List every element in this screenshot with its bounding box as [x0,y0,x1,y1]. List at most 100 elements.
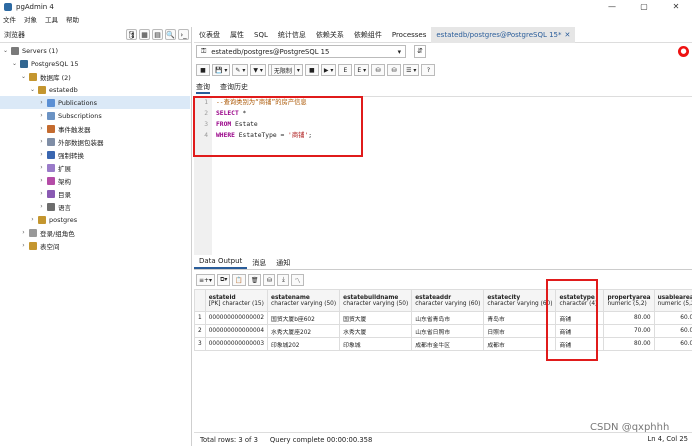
delete-icon[interactable]: 🗑 [247,274,262,286]
save-icon[interactable]: 💾 ▾ [212,64,231,76]
help-icon[interactable]: ● [678,46,689,57]
tab-data-output[interactable]: Data Output [194,255,248,269]
chevron-down-icon[interactable]: ⌄ [29,86,36,93]
table-cell[interactable]: 000000000000003 [204,337,269,351]
view-tool-icon[interactable]: ▤ [152,29,163,40]
chevron-right-icon[interactable]: › [38,125,45,132]
column-header[interactable]: estatebuildname character varying (50) [339,289,413,312]
tree-item[interactable]: › 表空间 [0,239,190,252]
tree-item[interactable]: › 外部数据包装器 [0,135,190,148]
table-cell[interactable]: 60.00 [653,337,692,351]
tab-sql[interactable]: SQL [249,27,273,43]
tree-item[interactable]: › 登录/组角色 [0,226,190,239]
table-tool-icon[interactable]: ▦ [139,29,150,40]
table-cell[interactable]: 80.00 [603,337,655,351]
table-cell[interactable]: 山东省日照市 [411,324,485,338]
tab-processes[interactable]: Processes [387,27,432,43]
close-button[interactable]: ✕ [660,0,692,13]
tree-item[interactable]: › 强制转换 [0,148,190,161]
limit-select[interactable]: 无限制 ▾ [267,64,303,76]
tab-query[interactable]: 查询 [196,82,210,94]
filter-icon[interactable]: ▼ ▾ [250,64,266,76]
tree-item[interactable]: › Publications [0,96,190,109]
tree-item[interactable]: › 目录 [0,187,190,200]
table-cell[interactable]: 60.00 [653,311,692,325]
chevron-down-icon[interactable]: ⌄ [20,73,27,80]
table-cell[interactable]: 60.00 [653,324,692,338]
tree-item[interactable]: › postgres [0,213,190,226]
tab-dashboard[interactable]: 仪表盘 [194,27,225,43]
edit-icon[interactable]: ✎ ▾ [232,64,249,76]
table-cell[interactable]: 000000000000002 [204,311,269,325]
table-cell[interactable]: 国贸大厦b座602 [267,311,341,325]
tree-item[interactable]: › Subscriptions [0,109,190,122]
tree-item[interactable]: › 事件触发器 [0,122,190,135]
terminal-icon[interactable]: ›_ [178,29,189,40]
chevron-right-icon[interactable]: › [20,242,27,249]
close-tab-icon[interactable]: ✕ [565,27,571,43]
tree-item[interactable]: › 架构 [0,174,190,187]
tree-item[interactable]: › 语言 [0,200,190,213]
tab-properties[interactable]: 属性 [225,27,249,43]
table-cell[interactable]: 水秀大厦座202 [267,324,341,338]
chevron-right-icon[interactable]: › [38,164,45,171]
chevron-down-icon[interactable]: ⌄ [2,47,9,54]
tab-statistics[interactable]: 统计信息 [273,27,311,43]
column-header[interactable]: estatename character varying (50) [267,289,341,312]
table-row[interactable]: 3 000000000000003 印象城202 印象城 成都市金牛区 成都市 商铺 80.0… [194,337,692,351]
minimize-button[interactable]: — [596,0,628,13]
table-cell[interactable]: 成都市金牛区 [411,337,485,351]
chevron-right-icon[interactable]: › [38,138,45,145]
table-cell[interactable]: 山东省青岛市 [411,311,485,325]
chevron-right-icon[interactable]: › [20,229,27,236]
chevron-right-icon[interactable]: › [38,151,45,158]
tab-query-history[interactable]: 查询历史 [220,82,248,94]
commit-icon[interactable]: ⛁ [371,64,386,76]
explain-icon[interactable]: E [338,64,353,76]
tab-dependencies[interactable]: 依赖关系 [311,27,349,43]
tab-dependents[interactable]: 依赖组件 [349,27,387,43]
macros-icon[interactable]: ☰ ▾ [403,64,420,76]
table-cell[interactable]: 印象城202 [267,337,341,351]
execute-icon[interactable]: ▶ ▾ [320,64,337,76]
graph-icon[interactable]: 〽 [291,274,304,286]
copy-icon[interactable]: ⧉▾ [217,274,231,286]
tree-item[interactable]: ⌄ 数据库 (2) [0,70,190,83]
connection-selector[interactable]: ⚿ estatedb/postgres@PostgreSQL 15 ▾ [196,45,406,58]
table-row[interactable]: 2 000000000000004 水秀大厦座202 水秀大厦 山东省日照市 日照市 商铺 7… [194,324,692,338]
chevron-right-icon[interactable]: › [38,190,45,197]
table-cell[interactable]: 80.00 [603,311,655,325]
search-icon[interactable]: 🔍 [165,29,176,40]
open-file-icon[interactable]: ■ [196,64,210,76]
chevron-right-icon[interactable]: › [38,112,45,119]
rollback-icon[interactable]: ⛁ [387,64,402,76]
tree-item[interactable]: ⌄ PostgreSQL 15 [0,57,190,70]
menu-help[interactable]: 帮助 [66,14,79,24]
tab-query-tool[interactable]: estatedb/postgres@PostgreSQL 15* ✕ [431,26,576,43]
maximize-button[interactable]: ▢ [628,0,660,13]
add-row-icon[interactable]: ≡+▾ [196,274,216,286]
menu-file[interactable]: 文件 [3,14,16,24]
help-query-icon[interactable]: ? [421,64,436,76]
tree-item[interactable]: ⌄ Servers (1) [0,44,190,57]
table-cell[interactable]: 印象城 [339,337,413,351]
save-data-icon[interactable]: ⛁ [263,274,276,286]
chevron-right-icon[interactable]: › [38,177,45,184]
new-connection-button[interactable]: ⇵ [414,45,426,58]
column-header[interactable]: usableareanumeric (5,2) [653,289,692,312]
table-cell[interactable]: 000000000000004 [204,324,269,338]
tree-item[interactable]: › 扩展 [0,161,190,174]
tree-item[interactable]: ⌄ estatedb [0,83,190,96]
column-header[interactable]: propertyarea numeric (5,2) [603,289,655,312]
paste-icon[interactable]: 📋 [232,274,246,286]
table-cell[interactable]: 70.00 [603,324,655,338]
menu-tools[interactable]: 工具 [45,14,58,24]
stop-icon[interactable]: ■ [304,64,319,76]
column-header[interactable]: estateid [PK] character (15) [204,289,269,312]
menu-object[interactable]: 对象 [24,14,37,24]
database-tool-icon[interactable]: 🛢 [126,29,137,40]
chevron-right-icon[interactable]: › [38,99,45,106]
table-cell[interactable]: 国贸大厦 [339,311,413,325]
explain-analyze-icon[interactable]: E ▾ [354,64,370,76]
chevron-right-icon[interactable]: › [29,216,36,223]
